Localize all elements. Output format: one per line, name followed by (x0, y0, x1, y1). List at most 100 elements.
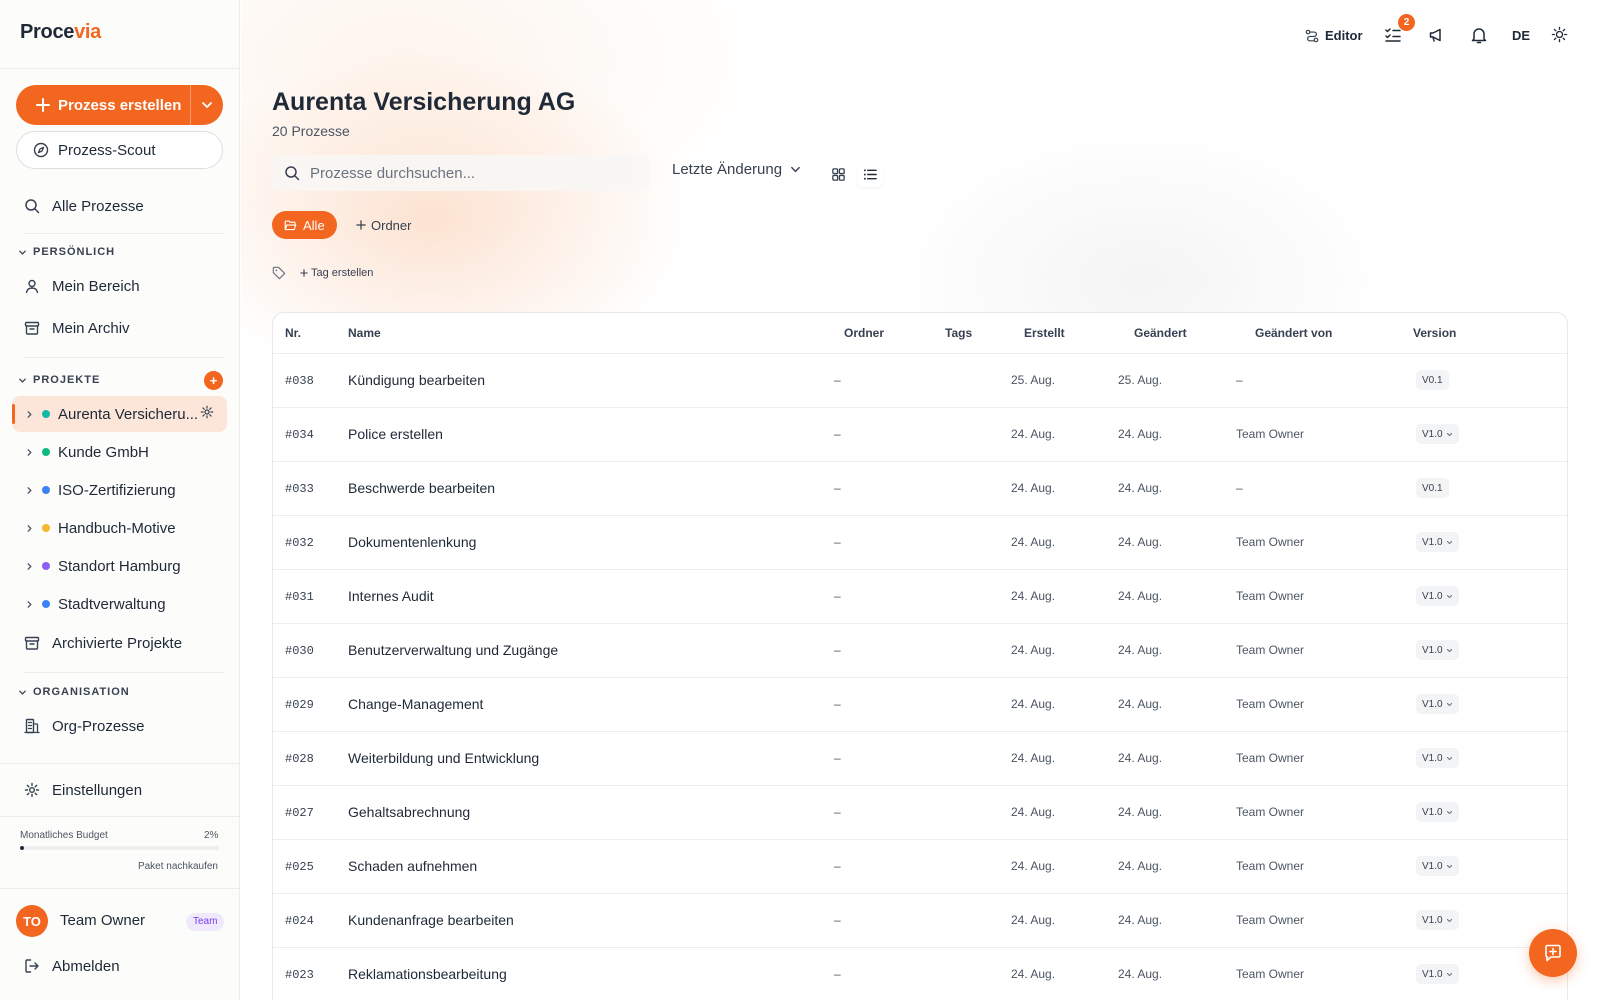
search-input[interactable] (310, 164, 630, 182)
version-badge: V0.1 (1416, 370, 1449, 390)
feedback-chat-button[interactable] (1529, 929, 1577, 977)
sidebar-project-item[interactable]: Stadtverwaltung (25, 593, 166, 615)
chevron-right-icon[interactable] (25, 562, 34, 571)
chevron-right-icon[interactable] (25, 410, 34, 419)
version-badge[interactable]: V1.0 (1416, 748, 1459, 768)
table-row[interactable]: #025 Schaden aufnehmen – 24. Aug. 24. Aug. Te… (273, 840, 1567, 894)
chevron-right-icon[interactable] (25, 524, 34, 533)
section-organisation-toggle[interactable]: ORGANISATION (18, 686, 130, 698)
row-created: 24. Aug. (1011, 913, 1056, 927)
version-badge[interactable]: V1.0 (1416, 694, 1459, 714)
process-name[interactable]: Schaden aufnehmen (348, 858, 477, 874)
nav-archived-projects[interactable]: Archivierte Projekte (24, 631, 182, 655)
theme-toggle[interactable] (1551, 26, 1568, 43)
nav-org-processes[interactable]: Org-Prozesse (24, 714, 145, 738)
list-view-button[interactable] (857, 161, 883, 187)
add-folder-button[interactable]: Ordner (344, 211, 423, 239)
table-row[interactable]: #029 Change-Management – 24. Aug. 24. Aug. Te… (273, 678, 1567, 732)
search-box[interactable] (272, 155, 650, 191)
notifications-button[interactable] (1470, 26, 1488, 44)
language-switcher[interactable]: DE (1512, 28, 1530, 43)
process-name[interactable]: Internes Audit (348, 588, 434, 604)
sidebar-project-item[interactable]: Handbuch-Motive (25, 517, 176, 539)
logout-button[interactable]: Abmelden (24, 954, 120, 978)
column-header-nr[interactable]: Nr. (285, 326, 301, 340)
nav-settings[interactable]: Einstellungen (24, 778, 142, 802)
version-badge[interactable]: V1.0 (1416, 856, 1459, 876)
column-header-folder[interactable]: Ordner (844, 326, 884, 340)
section-projects-toggle[interactable]: PROJEKTE (18, 374, 100, 386)
sidebar-project-item[interactable]: Kunde GmbH (25, 441, 149, 463)
table-row[interactable]: #027 Gehaltsabrechnung – 24. Aug. 24. Aug. Te… (273, 786, 1567, 840)
version-badge[interactable]: V1.0 (1416, 964, 1459, 984)
nav-my-archive[interactable]: Mein Archiv (24, 316, 130, 340)
version-badge[interactable]: V1.0 (1416, 424, 1459, 444)
process-name[interactable]: Change-Management (348, 696, 483, 712)
column-header-version[interactable]: Version (1413, 326, 1456, 340)
process-name[interactable]: Kündigung bearbeiten (348, 372, 485, 388)
announcements-button[interactable] (1428, 26, 1446, 44)
avatar[interactable]: TO (16, 905, 48, 937)
version-badge[interactable]: V1.0 (1416, 532, 1459, 552)
nav-all-processes[interactable]: Alle Prozesse (24, 194, 144, 218)
process-name[interactable]: Police erstellen (348, 426, 443, 442)
table-row[interactable]: #034 Police erstellen – 24. Aug. 24. Aug. Tea… (273, 408, 1567, 462)
version-badge[interactable]: V1.0 (1416, 640, 1459, 660)
process-name[interactable]: Beschwerde bearbeiten (348, 480, 495, 496)
version-badge[interactable]: V1.0 (1416, 910, 1459, 930)
version-badge[interactable]: V1.0 (1416, 586, 1459, 606)
folder-filter-all-label: Alle (303, 217, 325, 233)
chevron-right-icon[interactable] (25, 448, 34, 457)
table-row[interactable]: #038 Kündigung bearbeiten – 25. Aug. 25. Aug… (273, 354, 1567, 408)
sidebar-project-item[interactable]: Standort Hamburg (25, 555, 181, 577)
column-header-tags[interactable]: Tags (945, 326, 972, 340)
table-row[interactable]: #031 Internes Audit – 24. Aug. 24. Aug. Team … (273, 570, 1567, 624)
process-name[interactable]: Benutzerverwaltung und Zugänge (348, 642, 558, 658)
table-row[interactable]: #023 Reklamationsbearbeitung – 24. Aug. 24. … (273, 948, 1567, 1000)
add-project-button[interactable]: + (204, 371, 223, 390)
sidebar-project-item[interactable]: Aurenta Versicheru... (25, 403, 198, 425)
archive-icon (24, 320, 40, 336)
create-tag-button[interactable]: Tag erstellen (300, 267, 373, 279)
grid-view-button[interactable] (825, 161, 851, 187)
tasks-button[interactable] (1384, 26, 1402, 44)
process-name[interactable]: Kundenanfrage bearbeiten (348, 912, 514, 928)
column-header-created[interactable]: Erstellt (1024, 326, 1065, 340)
process-name[interactable]: Reklamationsbearbeitung (348, 966, 507, 982)
app-logo[interactable]: Procevia (20, 21, 101, 44)
table-row[interactable]: #028 Weiterbildung und Entwicklung – 24. Au… (273, 732, 1567, 786)
user-name[interactable]: Team Owner (60, 912, 145, 929)
project-settings-button[interactable] (200, 405, 214, 419)
project-color-dot (42, 562, 50, 570)
active-indicator (12, 404, 15, 424)
row-created: 24. Aug. (1011, 427, 1056, 441)
logout-label: Abmelden (52, 957, 120, 975)
sort-dropdown[interactable]: Letzte Änderung (672, 161, 801, 178)
table-row[interactable]: #024 Kundenanfrage bearbeiten – 24. Aug. 24.… (273, 894, 1567, 948)
table-row[interactable]: #030 Benutzerverwaltung und Zugänge – 24. A… (273, 624, 1567, 678)
sidebar-project-item[interactable]: ISO-Zertifizierung (25, 479, 176, 501)
create-process-dropdown[interactable] (191, 85, 223, 125)
logo-text-a: Proce (20, 21, 75, 43)
column-header-name[interactable]: Name (348, 326, 381, 340)
create-process-button[interactable]: Prozess erstellen (16, 85, 223, 125)
table-row[interactable]: #032 Dokumentenlenkung – 24. Aug. 24. Aug. Te… (273, 516, 1567, 570)
create-process-main[interactable]: Prozess erstellen (16, 85, 190, 125)
process-name[interactable]: Gehaltsabrechnung (348, 804, 470, 820)
buy-package-link[interactable]: Paket nachkaufen (138, 861, 218, 872)
column-header-changed[interactable]: Geändert (1134, 326, 1187, 340)
process-name[interactable]: Weiterbildung und Entwicklung (348, 750, 539, 766)
folder-filter-all[interactable]: Alle (272, 211, 337, 239)
column-header-changed-by[interactable]: Geändert von (1255, 326, 1332, 340)
nav-my-area[interactable]: Mein Bereich (24, 274, 140, 298)
editor-button[interactable]: Editor (1305, 28, 1363, 43)
process-scout-button[interactable]: Prozess-Scout (16, 131, 223, 169)
chevron-right-icon[interactable] (25, 600, 34, 609)
project-label: Handbuch-Motive (58, 519, 176, 537)
table-row[interactable]: #033 Beschwerde bearbeiten – 24. Aug. 24. Au… (273, 462, 1567, 516)
row-number: #033 (285, 482, 314, 496)
section-personal-toggle[interactable]: PERSÖNLICH (18, 246, 115, 258)
chevron-right-icon[interactable] (25, 486, 34, 495)
process-name[interactable]: Dokumentenlenkung (348, 534, 476, 550)
version-badge[interactable]: V1.0 (1416, 802, 1459, 822)
